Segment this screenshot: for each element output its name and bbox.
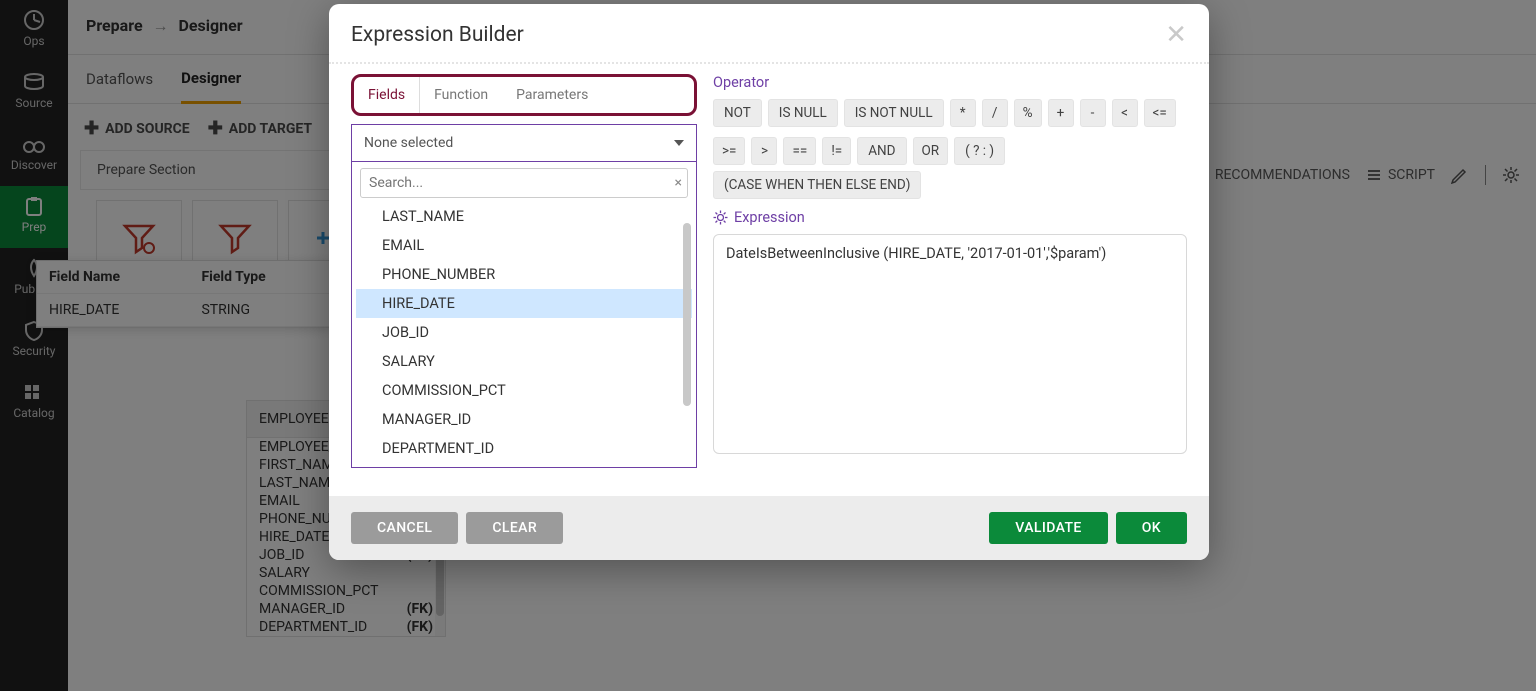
builder-tabs: Fields Function Parameters bbox=[351, 74, 697, 116]
operators-row-1: NOTIS NULLIS NOT NULL*/%+-<<= bbox=[713, 99, 1187, 127]
operator-button[interactable]: - bbox=[1080, 99, 1106, 127]
operator-button[interactable]: <= bbox=[1144, 99, 1176, 127]
operators-row-2: >=>==!=ANDOR( ? : ) (CASE WHEN THEN ELSE … bbox=[713, 137, 1187, 199]
cancel-button[interactable]: CANCEL bbox=[351, 512, 458, 544]
expression-textarea[interactable]: DateIsBetweenInclusive (HIRE_DATE, '2017… bbox=[713, 234, 1187, 454]
operator-button[interactable]: != bbox=[822, 137, 851, 165]
operator-button[interactable]: >= bbox=[713, 137, 745, 165]
operator-button[interactable]: % bbox=[1014, 99, 1042, 127]
field-item[interactable]: EMAIL bbox=[356, 231, 692, 260]
field-item[interactable]: SALARY bbox=[356, 347, 692, 376]
fields-search-input[interactable] bbox=[360, 168, 688, 198]
clear-button[interactable]: CLEAR bbox=[466, 512, 563, 544]
operator-button[interactable]: OR bbox=[913, 137, 949, 165]
modal-title: Expression Builder bbox=[351, 23, 524, 47]
dropdown-value: None selected bbox=[364, 135, 453, 151]
operator-button[interactable]: > bbox=[751, 137, 777, 165]
tab-function[interactable]: Function bbox=[420, 77, 502, 113]
tab-parameters[interactable]: Parameters bbox=[502, 77, 602, 113]
field-item[interactable]: HIRE_DATE bbox=[356, 289, 692, 318]
operator-button[interactable]: < bbox=[1112, 99, 1138, 127]
operator-button[interactable]: == bbox=[783, 137, 816, 165]
operator-button[interactable]: IS NULL bbox=[768, 99, 838, 127]
field-item[interactable]: LAST_NAME bbox=[356, 202, 692, 231]
operator-button[interactable]: IS NOT NULL bbox=[844, 99, 944, 127]
operator-button[interactable]: ( ? : ) bbox=[954, 137, 1005, 165]
clear-search-icon[interactable]: × bbox=[675, 175, 682, 191]
operator-button[interactable]: (CASE WHEN THEN ELSE END) bbox=[713, 171, 921, 199]
gear-icon bbox=[713, 210, 728, 225]
field-item[interactable]: MANAGER_ID bbox=[356, 405, 692, 434]
ok-button[interactable]: OK bbox=[1116, 512, 1187, 544]
fields-picker: × LAST_NAMEEMAILPHONE_NUMBERHIRE_DATEJOB… bbox=[351, 161, 697, 468]
operator-button[interactable]: + bbox=[1048, 99, 1074, 127]
fields-dropdown[interactable]: None selected bbox=[351, 124, 697, 162]
field-item[interactable]: JOB_ID bbox=[356, 318, 692, 347]
close-icon[interactable]: ✕ bbox=[1165, 22, 1187, 48]
fields-scrollbar[interactable] bbox=[682, 202, 692, 463]
operator-button[interactable]: / bbox=[982, 99, 1008, 127]
validate-button[interactable]: VALIDATE bbox=[989, 512, 1107, 544]
operator-button[interactable]: AND bbox=[857, 137, 906, 165]
operator-button[interactable]: * bbox=[950, 99, 976, 127]
operator-label: Operator bbox=[713, 74, 1187, 91]
fields-list: LAST_NAMEEMAILPHONE_NUMBERHIRE_DATEJOB_I… bbox=[356, 202, 692, 463]
tab-fields[interactable]: Fields bbox=[354, 77, 420, 113]
modal-footer: CANCEL CLEAR VALIDATE OK bbox=[329, 496, 1209, 560]
chevron-down-icon bbox=[674, 140, 684, 146]
field-item[interactable]: COMMISSION_PCT bbox=[356, 376, 692, 405]
field-item[interactable]: PHONE_NUMBER bbox=[356, 260, 692, 289]
expression-builder-modal: Expression Builder ✕ Fields Function Par… bbox=[329, 4, 1209, 560]
operator-button[interactable]: NOT bbox=[713, 99, 762, 127]
field-item[interactable]: DEPARTMENT_ID bbox=[356, 434, 692, 463]
expression-label: Expression bbox=[734, 209, 805, 226]
